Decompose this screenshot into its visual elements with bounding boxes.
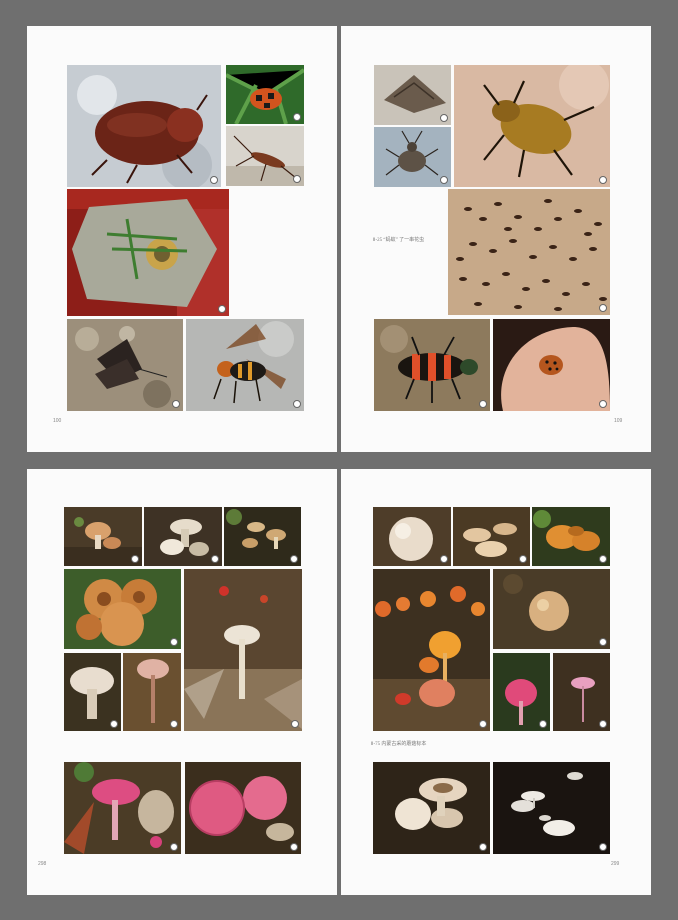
- photo-pink-mushroom-pair: [185, 762, 301, 854]
- photo-number-marker: [210, 176, 218, 184]
- photo-number-marker: [293, 175, 301, 183]
- photo-brown-mushroom-cluster: [373, 762, 490, 854]
- photo-number-marker: [599, 304, 607, 312]
- page-number: 299: [611, 861, 620, 867]
- photo-hornet: [186, 319, 304, 411]
- figure-caption: Ⅱ-75 内蒙古采的蘑菇标本: [371, 742, 427, 747]
- photo-orange-mushroom-cluster: [64, 569, 181, 649]
- photo-mushroom-flat-caps: [453, 507, 530, 566]
- photo-round-tan-mushroom: [493, 569, 610, 649]
- photo-mushroom-pair: [64, 507, 142, 566]
- page-top-left: 100: [27, 26, 337, 452]
- photo-number-marker: [599, 638, 607, 646]
- page-bottom-right: Ⅱ-75 内蒙古采的蘑菇标本 299: [341, 469, 651, 895]
- photo-mushroom-white-cluster: [144, 507, 222, 566]
- photo-golden-beetle: [454, 65, 610, 187]
- photo-mushroom-white-cap: [64, 653, 121, 731]
- photo-number-marker: [539, 720, 547, 728]
- photo-number-marker: [293, 113, 301, 121]
- photo-orange-chanterelle: [532, 507, 610, 566]
- page-number: 109: [614, 418, 623, 424]
- photo-puffball: [373, 507, 451, 566]
- photo-number-marker: [519, 555, 527, 563]
- photo-grey-moth: [374, 65, 451, 125]
- photo-number-marker: [599, 555, 607, 563]
- page-number: 298: [38, 861, 47, 867]
- photo-number-marker: [291, 720, 299, 728]
- photo-number-marker: [440, 176, 448, 184]
- photo-number-marker: [170, 638, 178, 646]
- photo-number-marker: [170, 720, 178, 728]
- photo-longhorn-insect: [226, 126, 304, 186]
- photo-number-marker: [440, 114, 448, 122]
- photo-number-marker: [599, 400, 607, 408]
- photo-shield-bug: [374, 127, 451, 187]
- photo-orange-mushroom-forest: [373, 569, 490, 731]
- photo-number-marker: [599, 843, 607, 851]
- figure-caption: Ⅱ-25 “蚂蚁” 了一串花虫: [373, 238, 425, 243]
- photo-number-marker: [290, 843, 298, 851]
- photo-mushroom-tan-caps: [224, 507, 301, 566]
- photo-ladybug-on-finger: [493, 319, 610, 411]
- photo-number-marker: [479, 400, 487, 408]
- photo-ant-swarm: [448, 189, 610, 315]
- photo-pink-mushroom-small: [493, 653, 550, 731]
- photo-number-marker: [170, 843, 178, 851]
- photo-number-marker: [218, 305, 226, 313]
- photo-number-marker: [131, 555, 139, 563]
- photo-pink-mushroom-tiny: [553, 653, 610, 731]
- photo-number-marker: [479, 843, 487, 851]
- photo-number-marker: [599, 176, 607, 184]
- photo-striped-beetle: [374, 319, 490, 411]
- page-bottom-left: 298: [27, 469, 337, 895]
- photo-number-marker: [172, 400, 180, 408]
- photo-mushroom-pink-cap: [123, 653, 181, 731]
- photo-number-marker: [110, 720, 118, 728]
- photo-white-mushrooms-dark: [493, 762, 610, 854]
- photo-dark-moth: [67, 319, 183, 411]
- photo-red-black-bug: [226, 65, 304, 124]
- photo-number-marker: [290, 555, 298, 563]
- photo-number-marker: [599, 720, 607, 728]
- photo-number-marker: [440, 555, 448, 563]
- photo-mantis-on-tag: [67, 189, 229, 316]
- photo-number-marker: [293, 400, 301, 408]
- photo-number-marker: [479, 720, 487, 728]
- photo-number-marker: [211, 555, 219, 563]
- photo-brown-beetle: [67, 65, 221, 187]
- page-number: 100: [53, 418, 62, 424]
- photo-pink-mushroom-single: [64, 762, 181, 854]
- page-top-right: Ⅱ-25 “蚂蚁” 了一串花虫 109: [341, 26, 651, 452]
- photo-mushroom-tall-white: [184, 569, 302, 731]
